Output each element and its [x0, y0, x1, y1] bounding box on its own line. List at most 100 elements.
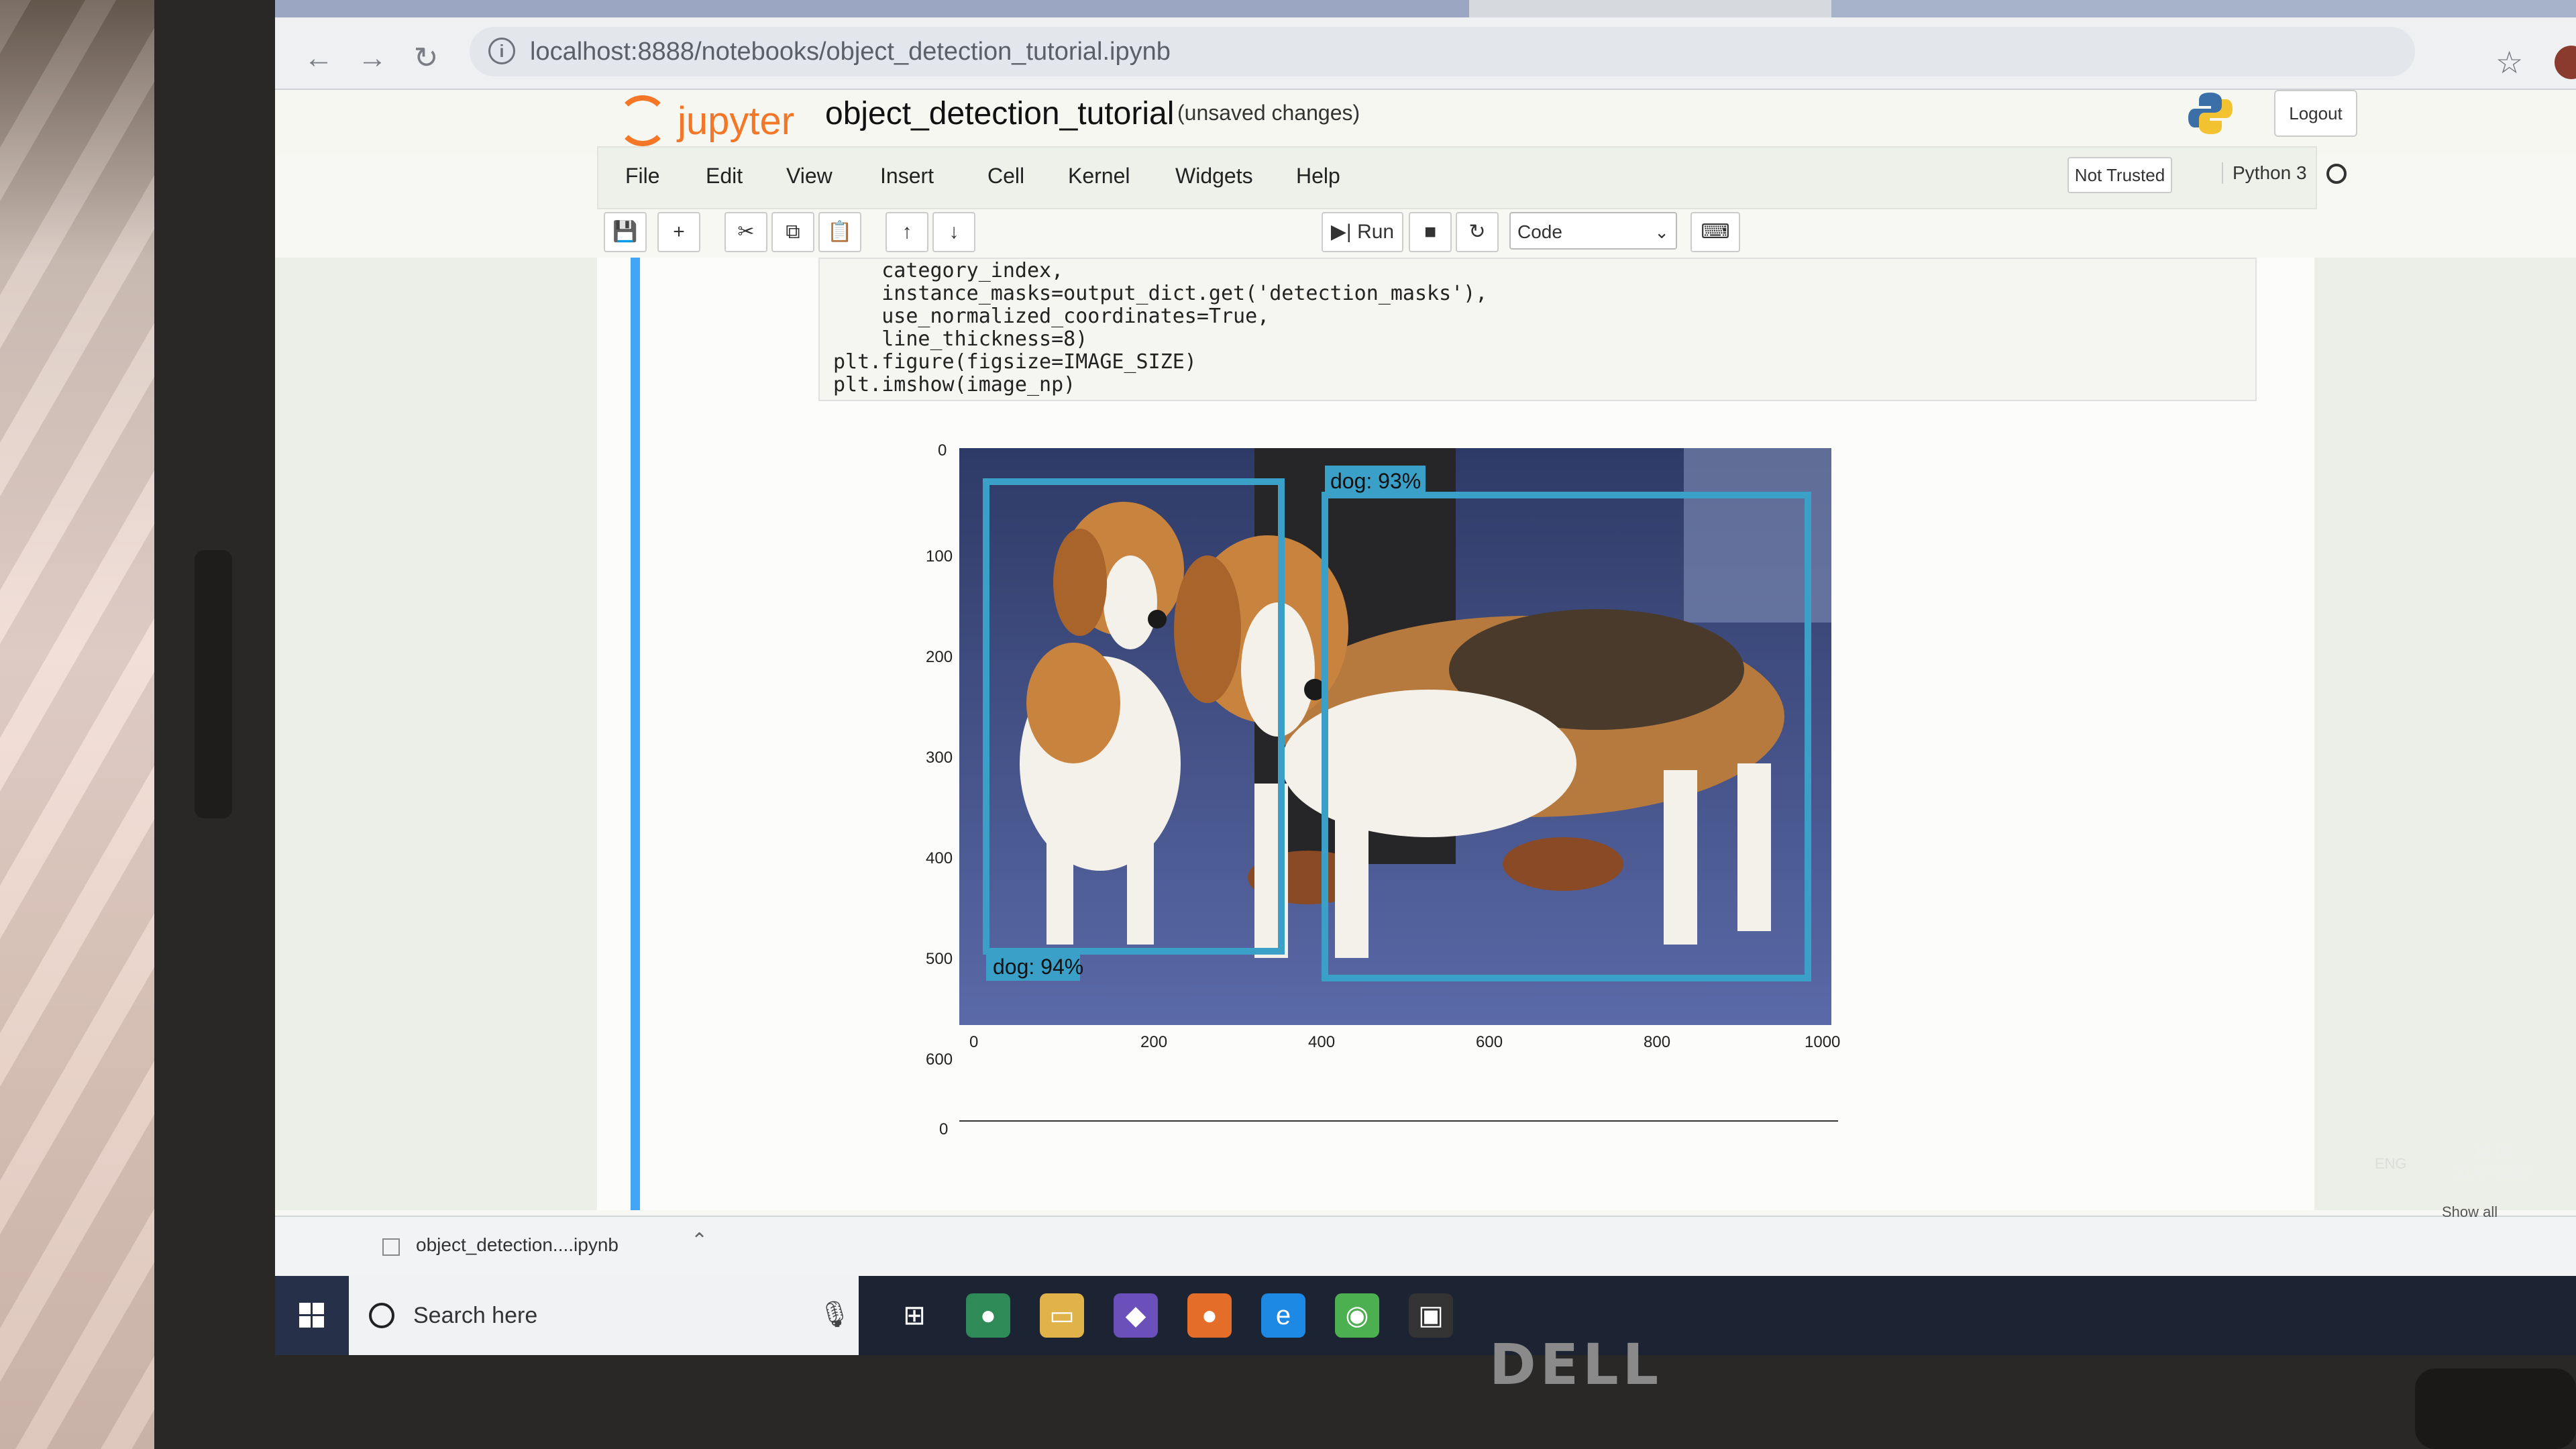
edge-icon[interactable]: e: [1261, 1293, 1305, 1338]
restart-icon[interactable]: ↻: [1456, 212, 1499, 252]
code-cell-input[interactable]: category_index, instance_masks=output_di…: [818, 258, 2257, 401]
menu-view[interactable]: View: [786, 164, 833, 189]
forward-icon[interactable]: →: [356, 42, 389, 75]
back-icon[interactable]: ←: [302, 42, 335, 75]
trust-status-button[interactable]: Not Trusted: [2068, 157, 2172, 193]
kernel-idle-indicator: [2326, 164, 2347, 184]
notebook-toolbar: 💾 + ✂ ⧉ 📋 ↑ ↓ ▶| Run ■ ↻ Code ⌄ ⌨: [597, 208, 2314, 256]
python-logo-icon: [2188, 93, 2233, 134]
menu-kernel[interactable]: Kernel: [1068, 164, 1130, 189]
cut-icon[interactable]: ✂: [724, 212, 767, 252]
run-button[interactable]: ▶| Run: [1322, 212, 1403, 252]
detection-image: dog: 94% dog: 93%: [959, 448, 1831, 1025]
windows-taskbar: Search here 🎙 ⊞ ● ▭ ◆ ● e ◉ ▣ ENG 15:08 …: [275, 1143, 2576, 1355]
code-line: line_thickness=8): [833, 327, 1088, 351]
lang-indicator[interactable]: ENG: [2375, 1155, 2407, 1172]
site-info-icon[interactable]: i: [488, 38, 515, 64]
y-tick-label: 0: [938, 441, 947, 460]
detection-scene: dog: 94% dog: 93%: [959, 448, 1831, 1025]
y-tick-label: 100: [926, 547, 953, 566]
code-line: category_index,: [833, 259, 1064, 282]
move-down-icon[interactable]: ↓: [932, 212, 975, 252]
menu-help[interactable]: Help: [1296, 164, 1340, 189]
detection-label-dog-94: dog: 94%: [993, 955, 1083, 979]
microphone-icon[interactable]: 🎙: [818, 1300, 851, 1330]
copy-icon[interactable]: ⧉: [771, 212, 814, 252]
detection-label-dog-93: dog: 93%: [1330, 469, 1421, 493]
run-icon: ▶|: [1330, 221, 1352, 243]
move-up-icon[interactable]: ↑: [885, 212, 928, 252]
show-all-button[interactable]: Show all: [2442, 1203, 2498, 1221]
second-axis-line: [959, 1120, 1838, 1122]
chevron-up-icon[interactable]: ⌃: [691, 1229, 708, 1252]
address-bar[interactable]: i localhost:8888/notebooks/object_detect…: [470, 27, 2415, 76]
y-tick-label: 200: [926, 648, 953, 666]
x-tick-label: 800: [1644, 1033, 1671, 1051]
paste-icon[interactable]: 📋: [818, 212, 861, 252]
reload-icon[interactable]: ↻: [409, 42, 443, 75]
dell-logo: DELL: [1489, 1332, 1663, 1397]
search-placeholder: Search here: [413, 1303, 538, 1328]
start-button[interactable]: [275, 1276, 349, 1355]
clock[interactable]: 15:08 21-07-2020: [2455, 1142, 2531, 1182]
x-tick-label: 1000: [1805, 1033, 1841, 1051]
firefox-icon[interactable]: ●: [1187, 1293, 1232, 1338]
jupyter-header: jupyter object_detection_tutorial (unsav…: [275, 90, 2576, 154]
clock-time: 15:08: [2474, 1143, 2512, 1160]
code-line: plt.figure(figsize=IMAGE_SIZE): [833, 350, 1197, 374]
code-line: instance_masks=output_dict.get('detectio…: [833, 282, 1488, 305]
terminal-icon[interactable]: ▣: [1409, 1293, 1453, 1338]
desk-background: [0, 0, 154, 1449]
save-status: (unsaved changes): [1177, 101, 1360, 125]
file-explorer-icon[interactable]: ▭: [1040, 1293, 1084, 1338]
y-tick-label: 600: [926, 1051, 953, 1069]
menu-insert[interactable]: Insert: [880, 164, 934, 189]
x-tick-label: 0: [969, 1033, 979, 1051]
x-tick-label: 600: [1476, 1033, 1503, 1051]
cell-output-plot: 0 100 200 300 400 500 600 dog: 94% dog: …: [852, 429, 1885, 1181]
file-icon: [382, 1238, 400, 1256]
profile-avatar[interactable]: [2555, 46, 2576, 79]
second-axis-zero: 0: [939, 1120, 949, 1138]
save-icon[interactable]: 💾: [604, 212, 647, 252]
menu-edit[interactable]: Edit: [706, 164, 743, 189]
run-label: Run: [1357, 221, 1395, 243]
jupyter-logo[interactable]: jupyter: [617, 95, 794, 146]
cell-type-value: Code: [1517, 221, 1562, 242]
menu-file[interactable]: File: [625, 164, 660, 189]
logout-button[interactable]: Logout: [2274, 90, 2357, 137]
code-line: use_normalized_coordinates=True,: [833, 305, 1270, 328]
search-icon: [369, 1303, 394, 1328]
visual-studio-icon[interactable]: ◆: [1114, 1293, 1158, 1338]
y-tick-label: 300: [926, 749, 953, 767]
app-icon-1[interactable]: ●: [966, 1293, 1010, 1338]
stop-icon[interactable]: ■: [1409, 212, 1452, 252]
taskbar-search[interactable]: Search here 🎙: [349, 1276, 859, 1355]
browser-tab[interactable]: [1831, 0, 2576, 17]
cell-type-select[interactable]: Code ⌄: [1509, 212, 1677, 250]
x-tick-label: 200: [1140, 1033, 1168, 1051]
clock-date: 21-07-2020: [2455, 1163, 2531, 1180]
system-tray: ENG: [2375, 1155, 2407, 1173]
y-tick-label: 400: [926, 849, 953, 867]
download-filename[interactable]: object_detection....ipynb: [416, 1234, 619, 1256]
bezel-corner: [2415, 1368, 2576, 1449]
browser-tab-active[interactable]: [275, 0, 1469, 17]
menu-widgets[interactable]: Widgets: [1175, 164, 1253, 189]
code-line: plt.imshow(image_np): [833, 373, 1076, 396]
task-view-icon[interactable]: ⊞: [892, 1293, 936, 1338]
jupyter-logo-text: jupyter: [678, 99, 795, 143]
keyboard-icon[interactable]: ⌨: [1690, 212, 1740, 252]
add-cell-icon[interactable]: +: [657, 212, 700, 252]
windows-icon: [299, 1303, 324, 1328]
browser-toolbar: ← → ↻ i localhost:8888/notebooks/object_…: [275, 17, 2576, 90]
browser-tabbar: [275, 0, 2576, 17]
jupyter-logo-icon: [617, 95, 668, 146]
chevron-down-icon: ⌄: [1654, 222, 1669, 242]
url-text[interactable]: localhost:8888/notebooks/object_detectio…: [530, 38, 1171, 66]
x-tick-label: 400: [1308, 1033, 1336, 1051]
bookmark-star-icon[interactable]: ☆: [2496, 44, 2523, 80]
notebook-name[interactable]: object_detection_tutorial: [818, 93, 1181, 135]
menu-cell[interactable]: Cell: [987, 164, 1024, 189]
chrome-icon[interactable]: ◉: [1335, 1293, 1379, 1338]
